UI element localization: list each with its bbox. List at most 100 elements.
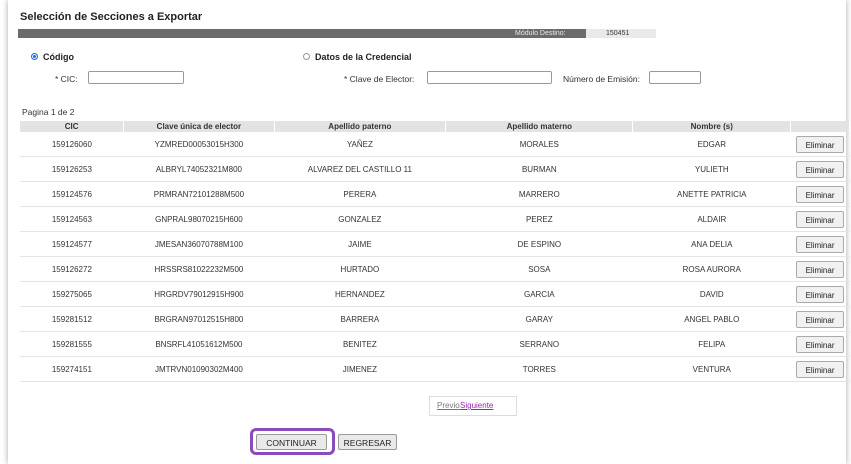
destination-module-bar: Módulo Destino: 150451 <box>18 29 656 38</box>
cell-clave: PRMRAN72101288M500 <box>123 181 275 207</box>
cic-label: * CIC: <box>55 74 78 84</box>
clave-elector-label: * Clave de Elector: <box>344 74 415 84</box>
cell-clave: ALBRYL74052321M800 <box>123 156 275 182</box>
cell-paterno: HURTADO <box>274 256 446 282</box>
next-link[interactable]: Siguiente <box>460 401 493 410</box>
cell-cic: 159124577 <box>20 231 124 257</box>
cell-actions: Eliminar <box>790 231 850 257</box>
cell-materno: PEREZ <box>445 206 633 232</box>
cell-materno: TORRES <box>445 356 633 382</box>
cell-nombre: EDGAR <box>632 132 791 157</box>
delete-button[interactable]: Eliminar <box>796 210 845 228</box>
cell-materno: SERRANO <box>445 331 633 357</box>
page-title: Selección de Secciones a Exportar <box>20 11 203 23</box>
table-row: 159124577 JMESAN36070788M100 JAIME DE ESPIN… <box>20 231 850 257</box>
col-paterno: Apellido paterno <box>274 121 447 132</box>
cell-cic: 159281555 <box>20 331 124 357</box>
codigo-radio-label: Código <box>43 52 74 62</box>
cell-cic: 159281512 <box>20 306 124 332</box>
cell-nombre: ROSA AURORA <box>632 256 791 282</box>
pager: Previo Siguiente <box>429 396 517 416</box>
previous-link[interactable]: Previo <box>437 401 460 410</box>
table-row: 159126272 HRSSRS81022232M500 HURTADO SOSA RO… <box>20 256 850 282</box>
cell-clave: BNSRFL41051612M500 <box>123 331 275 357</box>
cell-paterno: PERERA <box>274 181 446 207</box>
table-row: 159274151 JMTRVN01090302M400 JIMENEZ TORRES… <box>20 356 850 382</box>
col-clave: Clave única de elector <box>123 121 275 132</box>
cell-materno: GARCIA <box>445 281 633 307</box>
cell-cic: 159124563 <box>20 206 124 232</box>
col-actions <box>790 121 850 132</box>
cell-nombre: ANA DELIA <box>632 231 791 257</box>
cell-paterno: JIMENEZ <box>274 356 446 382</box>
cell-nombre: ANGEL PABLO <box>632 306 791 332</box>
emision-input[interactable] <box>649 71 701 84</box>
delete-button[interactable]: Eliminar <box>796 135 845 153</box>
cell-cic: 159126253 <box>20 156 124 182</box>
cell-paterno: BENITEZ <box>274 331 446 357</box>
codigo-radio[interactable] <box>31 53 38 60</box>
delete-button[interactable]: Eliminar <box>796 335 845 353</box>
cell-actions: Eliminar <box>790 281 850 307</box>
cell-clave: JMESAN36070788M100 <box>123 231 275 257</box>
cell-actions: Eliminar <box>790 331 850 357</box>
cell-actions: Eliminar <box>790 306 850 332</box>
table-row: 159281555 BNSRFL41051612M500 BENITEZ SERRAN… <box>20 331 850 357</box>
col-materno: Apellido materno <box>445 121 634 132</box>
table-row: 159126060 YZMRED00053015H300 YAÑEZ MORALES E… <box>20 132 850 157</box>
cic-input[interactable] <box>88 71 184 84</box>
cell-clave: HRGRDV79012915H900 <box>123 281 275 307</box>
col-cic: CIC <box>20 121 125 132</box>
cell-cic: 159124576 <box>20 181 124 207</box>
table-row: 159124563 GNPRAL98070215H600 GONZALEZ PEREZ… <box>20 206 850 232</box>
credencial-radio-label: Datos de la Credencial <box>315 52 412 62</box>
continue-button[interactable]: CONTINUAR <box>256 434 327 450</box>
credencial-radio[interactable] <box>303 53 310 60</box>
cell-actions: Eliminar <box>790 132 850 157</box>
delete-button[interactable]: Eliminar <box>796 235 845 253</box>
cell-paterno: YAÑEZ <box>274 132 446 157</box>
sections-table: CIC Clave única de elector Apellido pate… <box>20 121 850 382</box>
cell-nombre: FELIPA <box>632 331 791 357</box>
back-button[interactable]: REGRESAR <box>338 434 397 450</box>
cell-clave: BRGRAN97012515H800 <box>123 306 275 332</box>
delete-button[interactable]: Eliminar <box>796 310 845 328</box>
delete-button[interactable]: Eliminar <box>796 285 845 303</box>
cell-materno: MORALES <box>445 132 633 157</box>
cell-nombre: VENTURA <box>632 356 791 382</box>
cell-materno: GARAY <box>445 306 633 332</box>
cell-actions: Eliminar <box>790 256 850 282</box>
cell-materno: MARRERO <box>445 181 633 207</box>
delete-button[interactable]: Eliminar <box>796 260 845 278</box>
cell-clave: HRSSRS81022232M500 <box>123 256 275 282</box>
cell-cic: 159275065 <box>20 281 124 307</box>
cell-paterno: GONZALEZ <box>274 206 446 232</box>
delete-button[interactable]: Eliminar <box>796 185 845 203</box>
cell-actions: Eliminar <box>790 181 850 207</box>
cell-materno: SOSA <box>445 256 633 282</box>
cell-materno: BURMAN <box>445 156 633 182</box>
cell-actions: Eliminar <box>790 206 850 232</box>
cell-materno: DE ESPINO <box>445 231 633 257</box>
cell-paterno: ALVAREZ DEL CASTILLO 11 <box>274 156 446 182</box>
table-body: 159126060 YZMRED00053015H300 YAÑEZ MORALES E… <box>20 132 850 382</box>
table-row: 159275065 HRGRDV79012915H900 HERNANDEZ GARC… <box>20 281 850 307</box>
cell-cic: 159126060 <box>20 132 124 157</box>
delete-button[interactable]: Eliminar <box>796 160 845 178</box>
delete-button[interactable]: Eliminar <box>796 360 845 378</box>
cell-nombre: DAVID <box>632 281 791 307</box>
table-row: 159124576 PRMRAN72101288M500 PERERA MARRERO… <box>20 181 850 207</box>
emision-label: Número de Emisión: <box>563 74 641 84</box>
cell-cic: 159274151 <box>20 356 124 382</box>
cell-paterno: BARRERA <box>274 306 446 332</box>
destination-module-label: Módulo Destino: <box>515 30 566 37</box>
destination-module-value: 150451 <box>586 29 656 38</box>
cell-nombre: ALDAIR <box>632 206 791 232</box>
table-row: 159281512 BRGRAN97012515H800 BARRERA GARAY A… <box>20 306 850 332</box>
table-header-row: CIC Clave única de elector Apellido pate… <box>20 121 850 132</box>
cell-actions: Eliminar <box>790 356 850 382</box>
col-nombre: Nombre (s) <box>632 121 792 132</box>
cell-clave: GNPRAL98070215H600 <box>123 206 275 232</box>
clave-elector-input[interactable] <box>427 71 552 84</box>
cell-nombre: ANETTE PATRICIA <box>632 181 791 207</box>
